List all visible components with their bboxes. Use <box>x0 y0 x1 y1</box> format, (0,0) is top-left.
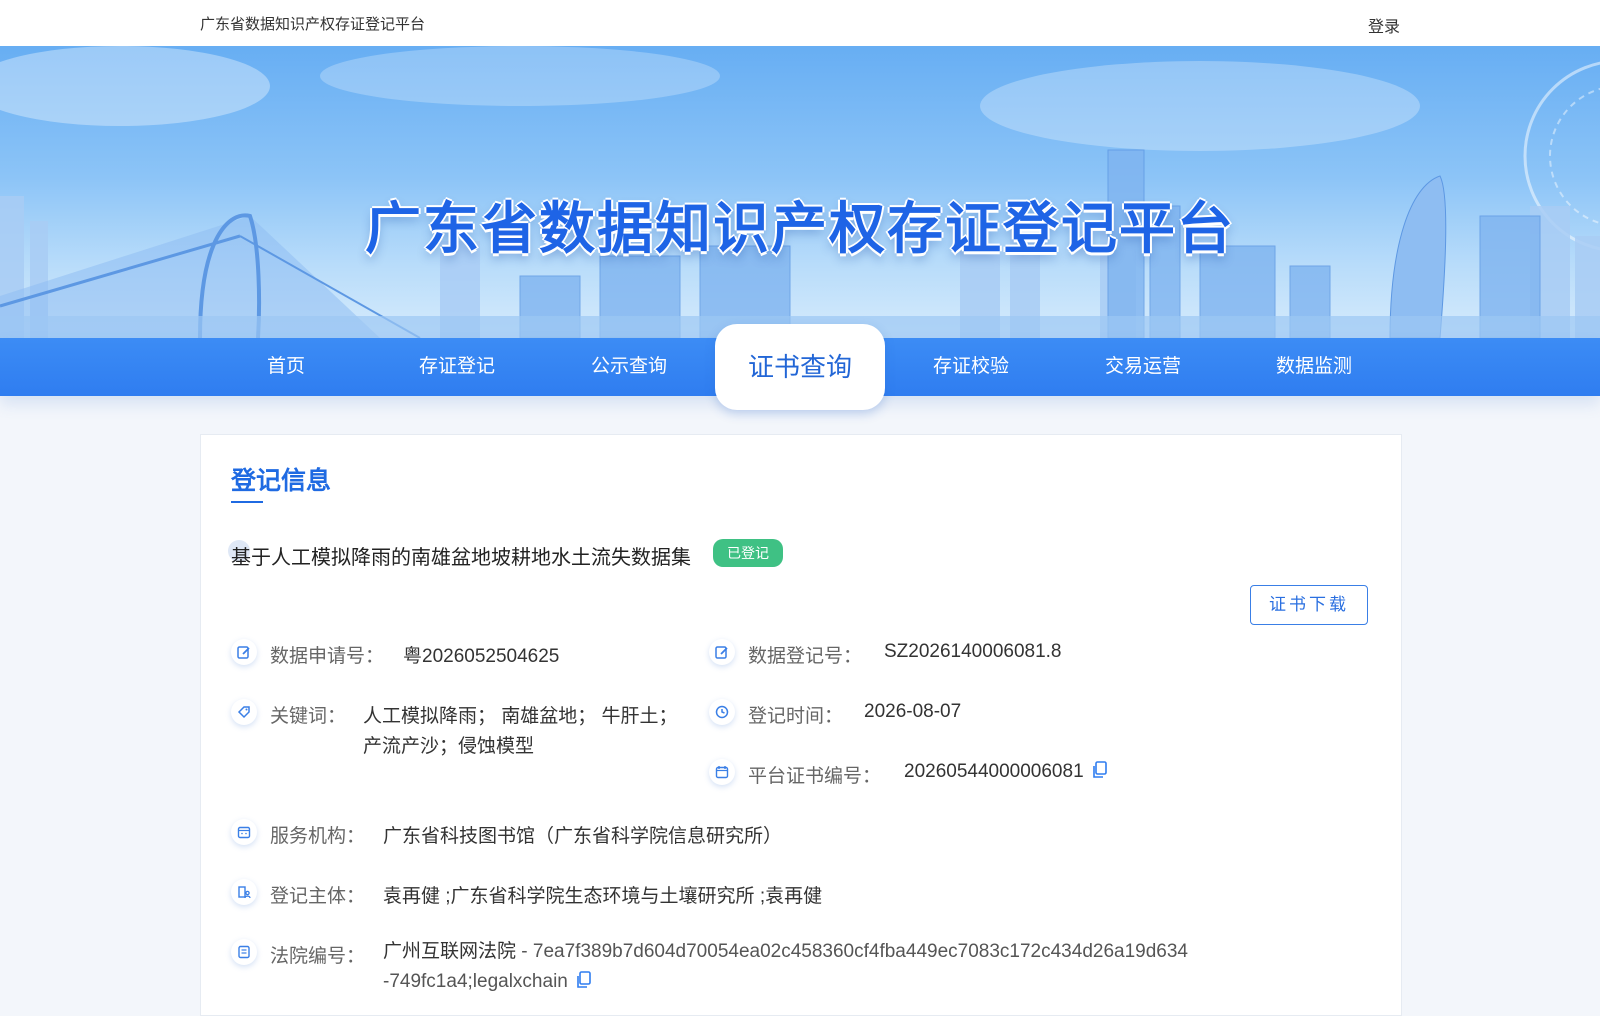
nav-item-trading[interactable]: 交易运营 <box>1083 338 1203 396</box>
certificate-download-button[interactable]: 证书下载 <box>1250 585 1368 625</box>
registration-time-value: 2026-08-07 <box>864 701 962 722</box>
registration-time-label: 登记时间： <box>748 706 844 727</box>
main-nav: 首页 存证登记 公示查询 证书查询 存证校验 交易运营 数据监测 <box>0 324 1600 410</box>
court-no-value: 广州互联网法院 - 7ea7f389b7d604d70054ea02c45836… <box>383 937 1193 999</box>
calendar-icon <box>709 759 735 785</box>
banner-title: 广东省数据知识产权存证登记平台 <box>365 197 1235 262</box>
keywords-line-2: 产流产沙；侵蚀模型 <box>363 736 535 757</box>
top-bar: 广东省数据知识产权存证登记平台 登录 <box>0 0 1600 46</box>
section-title: 登记信息 <box>231 467 332 495</box>
copy-icon[interactable] <box>576 969 592 999</box>
copy-icon[interactable] <box>1092 761 1108 785</box>
nav-item-certificate-query[interactable]: 证书查询 <box>715 324 885 410</box>
certificate-no-value: 20260544000006081 <box>904 761 1084 782</box>
clock-icon <box>709 699 735 725</box>
nav-item-registration[interactable]: 存证登记 <box>397 338 517 396</box>
record-card: 登记信息 基于人工模拟降雨的南雄盆地坡耕地水土流失数据集 已登记 证书下载 数据… <box>200 434 1402 1016</box>
dataset-title-text: 基于人工模拟降雨的南雄盆地坡耕地水土流失数据集 <box>231 547 691 569</box>
building-user-icon <box>231 879 257 905</box>
nav-item-home[interactable]: 首页 <box>226 338 346 396</box>
registration-no-label: 数据登记号： <box>748 646 863 667</box>
court-name: 广州互联网法院 <box>383 941 517 962</box>
status-badge: 已登记 <box>713 539 783 567</box>
certificate-no-value-wrap: 20260544000006081 <box>904 761 1108 785</box>
section-underline <box>231 501 263 503</box>
nav-item-verification[interactable]: 存证校验 <box>911 338 1031 396</box>
service-agency-label: 服务机构： <box>270 826 366 847</box>
certificate-no-label: 平台证书编号： <box>748 766 882 787</box>
site-name: 广东省数据知识产权存证登记平台 <box>200 16 426 33</box>
dataset-title: 基于人工模拟降雨的南雄盆地坡耕地水土流失数据集 <box>228 540 691 570</box>
application-no-value: 粤2026052504625 <box>403 646 560 667</box>
registrant-label: 登记主体： <box>270 886 366 907</box>
service-agency-value: 广东省科技图书馆（广东省科学院信息研究所） <box>383 826 783 847</box>
nav-item-monitoring[interactable]: 数据监测 <box>1254 338 1374 396</box>
keywords-line-1: 人工模拟降雨； 南雄盆地； 牛肝土； <box>363 706 678 727</box>
edit-icon <box>709 639 735 665</box>
registration-no-value: SZ2026140006081.8 <box>884 641 1062 662</box>
court-no-label: 法院编号： <box>270 946 366 967</box>
document-icon <box>231 939 257 965</box>
application-no-label: 数据申请号： <box>270 646 385 667</box>
keywords-label: 关键词： <box>270 706 347 727</box>
nav-item-public-query[interactable]: 公示查询 <box>569 338 689 396</box>
registrant-value: 袁再健 ;广东省科学院生态环境与土壤研究所 ;袁再健 <box>383 886 823 907</box>
tag-icon <box>231 699 257 725</box>
edit-icon <box>231 639 257 665</box>
calendar-icon <box>231 819 257 845</box>
login-link[interactable]: 登录 <box>1368 13 1400 37</box>
banner: 广东省数据知识产权存证登记平台 <box>0 46 1600 338</box>
